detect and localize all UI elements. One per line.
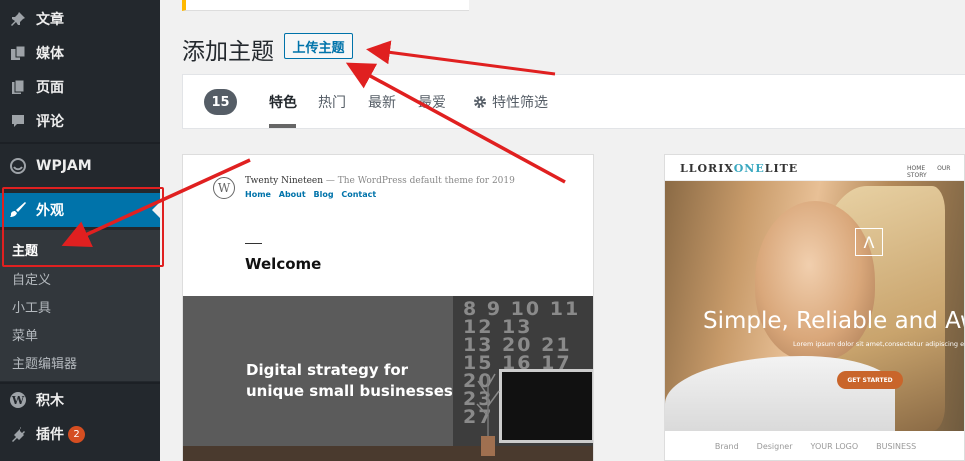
sidebar-item-label: 页面 — [36, 80, 64, 96]
theme-preview-nav: HOME OUR STORY — [907, 165, 964, 179]
divider — [245, 243, 262, 244]
sidebar-item-posts[interactable]: 文章 — [0, 2, 160, 36]
face-shape — [755, 201, 875, 361]
sidebar-item-plugins[interactable]: 插件 2 — [0, 417, 160, 451]
active-tab-indicator — [269, 124, 296, 128]
sidebar-item-jimu[interactable]: W 积木 — [0, 383, 160, 417]
hero-subtext: Lorem ipsum dolor sit amet,consectetur a… — [793, 340, 965, 348]
theme-filter-bar: 15 特色 热门 最新 最爱 特性筛选 — [182, 74, 965, 129]
sidebar-item-wpjam[interactable]: WPJAM — [0, 149, 160, 183]
theme-brand-logo: LLORIXONELITE — [680, 162, 799, 175]
annotation-highlight-box — [2, 187, 164, 267]
nav-link: Contact — [341, 190, 377, 199]
wordpress-logo-icon: W — [213, 177, 235, 199]
theme-card-twenty-nineteen[interactable]: W Twenty Nineteen — The WordPress defaul… — [182, 154, 594, 461]
hero-text: Digital strategy for unique small busine… — [246, 361, 453, 400]
nav-link: About — [278, 190, 306, 199]
theme-emblem-icon: Λ — [855, 228, 883, 256]
theme-site-title: Twenty Nineteen — The WordPress default … — [245, 176, 515, 186]
pin-icon — [0, 11, 36, 27]
update-count-badge: 2 — [68, 425, 85, 443]
svg-text:W: W — [11, 394, 25, 407]
brand-logos-row: Brand Designer YOUR LOGO BUSINESS — [665, 431, 964, 460]
sidebar-item-label: 积木 — [36, 393, 64, 409]
sidebar-item-label: 插件 — [36, 427, 64, 443]
submenu-item-customize[interactable]: 自定义 — [12, 269, 51, 288]
media-icon — [0, 45, 36, 61]
desk-image — [183, 446, 593, 461]
theme-preview-welcome: Welcome — [245, 255, 322, 273]
admin-sidebar: 文章 媒体 页面 评论 WPJAM 外观 主题 自定义 小工具 菜单 主题编辑器… — [0, 0, 164, 461]
theme-card-llorix-one-lite[interactable]: LLORIXONELITE HOME OUR STORY Λ Simple, R… — [664, 154, 965, 461]
nav-link: Home — [245, 190, 271, 199]
brand-logo: Brand — [714, 442, 739, 451]
shirt-shape — [665, 356, 895, 436]
nav-link: Blog — [313, 190, 334, 199]
wp-admin-screen: 文章 媒体 页面 评论 WPJAM 外观 主题 自定义 小工具 菜单 主题编辑器… — [0, 0, 965, 461]
plugin-icon — [0, 426, 36, 442]
wp-logo-icon: W — [0, 391, 36, 409]
admin-notice — [182, 0, 469, 11]
tab-latest[interactable]: 最新 — [368, 92, 396, 112]
feature-filter-button[interactable]: 特性筛选 — [473, 92, 548, 112]
sidebar-item-pages[interactable]: 页面 — [0, 70, 160, 104]
sidebar-item-media[interactable]: 媒体 — [0, 36, 160, 70]
annotation-arrow — [366, 40, 556, 76]
sidebar-item-label: 评论 — [36, 114, 64, 130]
hero-headline: Simple, Reliable and Awe — [703, 308, 965, 334]
brand-logo: BUSINESS — [876, 442, 917, 451]
page-icon — [0, 79, 36, 95]
theme-preview-nav: Home About Blog Contact — [245, 190, 381, 199]
theme-preview-header: LLORIXONELITE HOME OUR STORY — [665, 155, 964, 181]
sidebar-item-label: 文章 — [36, 12, 64, 28]
brand-logo: Designer — [756, 442, 793, 451]
upload-theme-button[interactable]: 上传主题 — [284, 33, 353, 59]
comment-icon — [0, 113, 36, 129]
theme-preview-header: W Twenty Nineteen — The WordPress defaul… — [183, 155, 593, 296]
page-title: 添加主题 — [182, 39, 274, 65]
sidebar-separator — [0, 142, 160, 144]
hero-photo: Λ Simple, Reliable and Awe Lorem ipsum d… — [665, 181, 965, 436]
plant-image — [476, 373, 500, 456]
brand-logo: YOUR LOGO — [810, 442, 859, 451]
tab-featured[interactable]: 特色 — [269, 92, 297, 112]
sidebar-item-label: WPJAM — [36, 158, 92, 174]
gear-icon — [474, 96, 486, 108]
tab-popular[interactable]: 热门 — [318, 92, 346, 112]
feature-filter-label: 特性筛选 — [492, 95, 548, 111]
monitor-image — [499, 369, 593, 443]
theme-count-badge: 15 — [204, 89, 237, 115]
sidebar-item-label: 媒体 — [36, 46, 64, 62]
submenu-item-menus[interactable]: 菜单 — [12, 325, 38, 344]
theme-preview-hero: 8 9 10 11 12 13 13 20 21 15 16 17 20 22 … — [183, 296, 593, 461]
submenu-item-theme-editor[interactable]: 主题编辑器 — [12, 353, 77, 372]
tab-favorites[interactable]: 最爱 — [418, 92, 446, 112]
nav-link: HOME — [907, 165, 926, 172]
submenu-item-widgets[interactable]: 小工具 — [12, 297, 51, 316]
sidebar-item-comments[interactable]: 评论 — [0, 104, 160, 138]
wpjam-icon — [0, 157, 36, 175]
get-started-button: GET STARTED — [837, 371, 903, 389]
